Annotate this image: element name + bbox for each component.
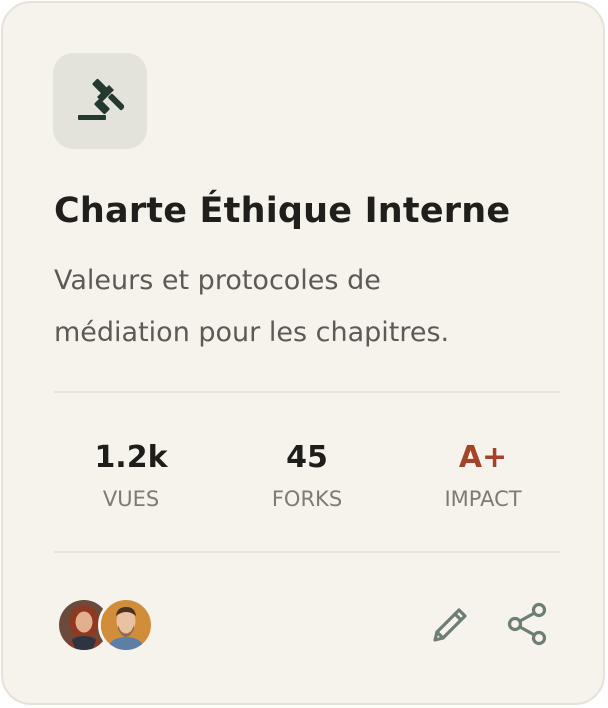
stat-label: VUES	[102, 487, 160, 511]
stat-value: 45	[286, 440, 328, 475]
stat-impact: A+ IMPACT	[395, 437, 571, 513]
card-title: Charte Éthique Interne	[54, 191, 511, 231]
card-description: Valeurs et protocoles de médiation pour …	[54, 265, 450, 348]
avatar-man-icon[interactable]	[98, 597, 154, 653]
document-card[interactable]: Charte Éthique Interne Valeurs et protoc…	[1, 1, 605, 705]
divider	[54, 391, 560, 393]
icon-tile	[53, 53, 147, 149]
stat-value: 1.2k	[94, 440, 168, 475]
stat-forks: 45 FORKS	[219, 437, 395, 513]
pencil-icon	[433, 608, 467, 642]
stat-label: IMPACT	[444, 487, 522, 511]
share-icon	[507, 602, 547, 646]
stat-value: A+	[458, 440, 508, 475]
share-button[interactable]	[505, 601, 551, 647]
edit-button[interactable]	[428, 601, 474, 647]
stat-label: FORKS	[271, 487, 343, 511]
collaborator-avatars[interactable]	[56, 597, 156, 653]
divider	[54, 551, 560, 553]
stat-views: 1.2k VUES	[43, 437, 219, 513]
gavel-icon	[78, 78, 124, 120]
